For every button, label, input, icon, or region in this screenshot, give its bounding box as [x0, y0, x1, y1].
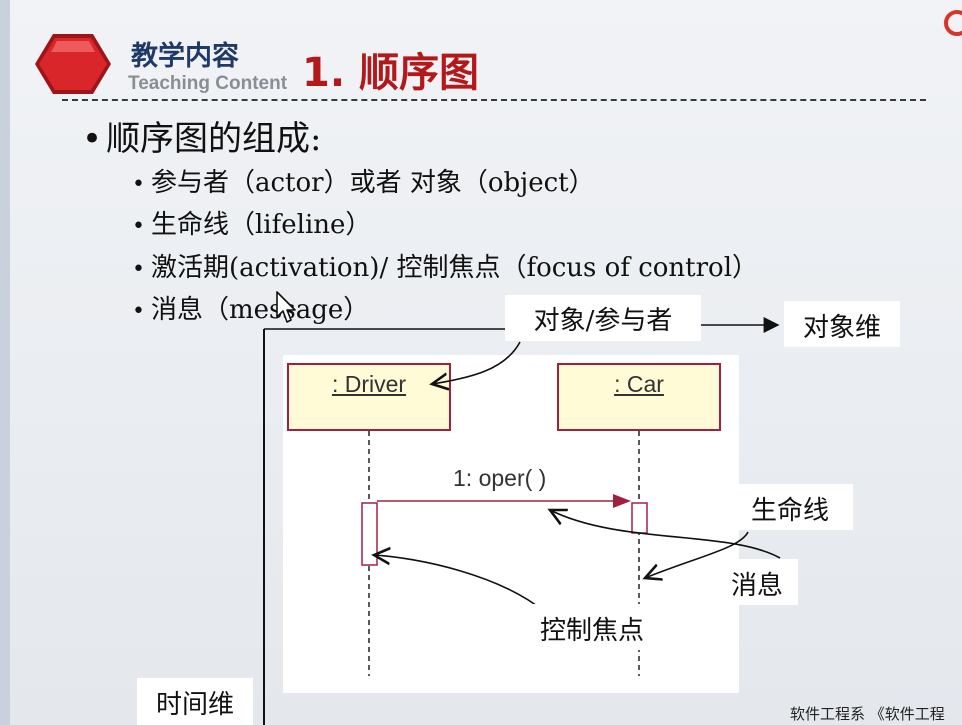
mouse-cursor-icon — [276, 291, 300, 329]
activation-car — [631, 502, 648, 534]
message-arrowhead — [613, 494, 631, 508]
callout-lifeline: 生命线 — [727, 484, 853, 530]
callout-time-dimension: 时间维 — [137, 678, 253, 725]
callout-message: 消息 — [716, 559, 798, 605]
footer-text: 软件工程系 《软件工程 — [790, 705, 945, 723]
callout-curve-object — [432, 341, 521, 384]
callout-focus-of-control: 控制焦点 — [518, 604, 666, 650]
callout-object-actor: 对象/参与者 — [505, 295, 701, 341]
callout-object-dimension: 对象维 — [784, 301, 900, 347]
diagram-connectors — [264, 317, 781, 676]
